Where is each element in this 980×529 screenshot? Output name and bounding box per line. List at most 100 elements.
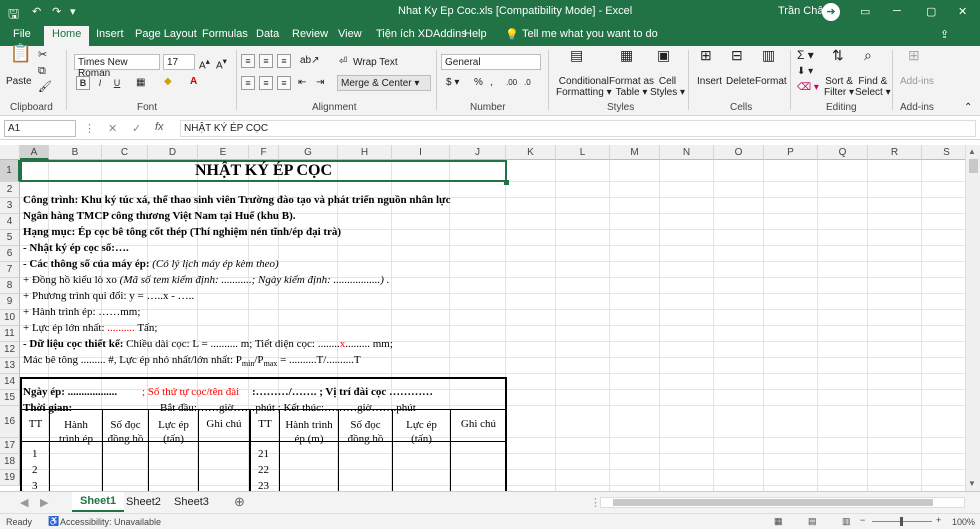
cell-r8[interactable]: + Phương trình qui đổi: y = …..x - ….. [23,290,194,302]
wrap-text-button[interactable]: Wrap Text [353,57,398,68]
column-header-N[interactable]: N [660,145,714,160]
comma-button[interactable]: , [490,77,493,88]
cell-r14-pile[interactable]: ; Số thứ tự cọc/tên đài [142,386,239,398]
row-header-19[interactable]: 19 [0,470,20,486]
tab-help[interactable]: Help [464,28,487,40]
row-header-10[interactable]: 10 [0,310,20,326]
zoom-out-icon[interactable]: − [860,515,865,525]
cell-styles-icon[interactable]: ▣ [657,48,670,62]
decrease-font-icon[interactable]: A▾ [216,56,227,71]
fill-color-icon[interactable]: ◆ [164,76,172,87]
cell-r2[interactable]: Công trình: Khu ký túc xá, thể thao sinh… [23,194,451,206]
horizontal-scrollbar[interactable] [600,497,965,508]
sort-filter-button[interactable]: Sort & Filter ▾ [824,76,854,98]
zoom-slider-thumb[interactable] [900,517,903,526]
tab-xdaddins[interactable]: Tiện ích XDAddins [376,28,467,40]
undo-icon[interactable]: ↶ [32,5,41,18]
page-layout-view-icon[interactable]: ▤ [808,516,817,527]
column-header-C[interactable]: C [102,145,148,160]
format-cells-button[interactable]: Format [755,76,787,87]
row-num-22[interactable]: 22 [258,464,269,476]
enter-icon[interactable]: ✓ [132,122,141,135]
close-icon[interactable]: ✕ [958,5,967,18]
conditional-formatting-icon[interactable]: ▤ [570,48,583,62]
increase-decimal-icon[interactable]: .00 [506,77,517,88]
sort-filter-icon[interactable]: ⇅ [832,48,844,62]
orientation-icon[interactable]: ab↗ [300,55,320,66]
align-middle-icon[interactable]: ≡ [259,54,273,68]
hdr-tt2[interactable]: TT [251,418,279,430]
decrease-decimal-icon[interactable]: .0 [524,77,531,88]
column-header-S[interactable]: S [922,145,965,160]
scroll-down-icon[interactable]: ▼ [968,479,976,488]
zoom-in-icon[interactable]: + [936,515,941,525]
row-header-6[interactable]: 6 [0,246,20,262]
cell-r4[interactable]: Hạng mục: Ép cọc bê tông cốt thép (Thí n… [23,226,341,238]
add-sheet-icon[interactable]: ⊕ [234,494,245,510]
wrap-text-icon[interactable]: ⏎ [339,56,347,67]
cell-r14-pos[interactable]: :………/……. ; Vị trí đài cọc ………… [252,386,433,398]
column-header-K[interactable]: K [506,145,556,160]
row-header-4[interactable]: 4 [0,214,20,230]
cell-r11[interactable]: - Dữ liệu cọc thiết kế: Chiều dài cọc: L… [23,338,393,350]
scroll-up-icon[interactable]: ▲ [968,147,976,156]
cell-r7[interactable]: + Đồng hồ kiểu lò xo (Mã số tem kiểm địn… [23,274,389,286]
clear-icon[interactable]: ⌫ ▾ [797,82,819,93]
column-header-D[interactable]: D [148,145,198,160]
normal-view-icon[interactable]: ▦ [774,516,783,527]
tell-me-box[interactable]: Tell me what you want to do [522,28,658,40]
column-header-R[interactable]: R [868,145,922,160]
decrease-indent-icon[interactable]: ⇤ [298,77,306,88]
row-header-5[interactable]: 5 [0,230,20,246]
insert-cells-icon[interactable]: ⊞ [700,48,712,62]
cell-r9[interactable]: + Hành trình ép: ……mm; [23,306,140,318]
addins-icon[interactable]: ⊞ [908,48,920,62]
maximize-icon[interactable]: ▢ [926,5,936,18]
zoom-level[interactable]: 100% [952,517,975,527]
scroll-thumb[interactable] [969,159,978,173]
bold-button[interactable]: B [76,76,90,90]
font-size-select[interactable]: 17 [163,54,195,70]
row-header-7[interactable]: 7 [0,262,20,278]
format-as-table-icon[interactable]: ▦ [620,48,633,62]
font-color-icon[interactable]: A [190,76,197,87]
column-header-P[interactable]: P [764,145,818,160]
sheet-tab-2[interactable]: Sheet2 [126,496,161,508]
cell-r12[interactable]: Mác bê tông ......... #, Lực ép nhỏ nhất… [23,354,361,368]
column-header-O[interactable]: O [714,145,764,160]
row-header-14[interactable]: 14 [0,374,20,390]
underline-button[interactable]: U [110,76,124,90]
number-format-select[interactable]: General [441,54,541,70]
cell-r6[interactable]: - Các thông số của máy ép: (Có lý lịch m… [23,258,279,270]
column-header-A[interactable]: A [20,145,49,160]
select-all-corner[interactable] [0,145,20,160]
column-header-J[interactable]: J [450,145,506,160]
sheet-title[interactable]: NHẬT KÝ ÉP CỌC [20,162,507,180]
hdr-ghi-chu2[interactable]: Ghi chú [451,418,506,430]
cell-styles-button[interactable]: Cell Styles ▾ [650,76,685,98]
format-as-table-button[interactable]: Format as Table ▾ [609,76,654,98]
column-header-G[interactable]: G [279,145,338,160]
prev-sheet-icon[interactable]: ◀ [20,496,28,509]
column-header-Q[interactable]: Q [818,145,868,160]
worksheet-grid[interactable]: ABCDEFGHIJKLMNOPQRS 1 2 3 4 5 6 7 8 9 10 11 12 13 14 1… [0,145,965,491]
fill-icon[interactable]: ⬇ ▾ [797,66,813,77]
hdr-ghi-chu[interactable]: Ghi chú [199,418,249,430]
row-header-15[interactable]: 15 [0,390,20,406]
copy-icon[interactable]: ⧉ [38,66,46,77]
insert-function-icon[interactable]: fx [155,121,164,133]
row-num-21[interactable]: 21 [258,448,269,460]
currency-icon[interactable]: $ ▾ [446,77,459,88]
collapse-ribbon-icon[interactable]: ⌃ [964,102,972,113]
hdr-tt[interactable]: TT [22,418,49,430]
tab-home[interactable]: Home [44,26,90,46]
row-num-1[interactable]: 1 [32,448,38,460]
autosum-icon[interactable]: Σ ▾ [797,49,814,61]
tab-page-layout[interactable]: Page Layout [135,28,197,40]
align-top-icon[interactable]: ≡ [241,54,255,68]
column-header-I[interactable]: I [392,145,450,160]
cell-r3[interactable]: Ngân hàng TMCP công thương Việt Nam tại … [23,210,296,222]
next-sheet-icon[interactable]: ▶ [40,496,48,509]
paste-icon[interactable]: 📋 [8,44,34,72]
addins-button[interactable]: Add-ins [900,76,934,87]
